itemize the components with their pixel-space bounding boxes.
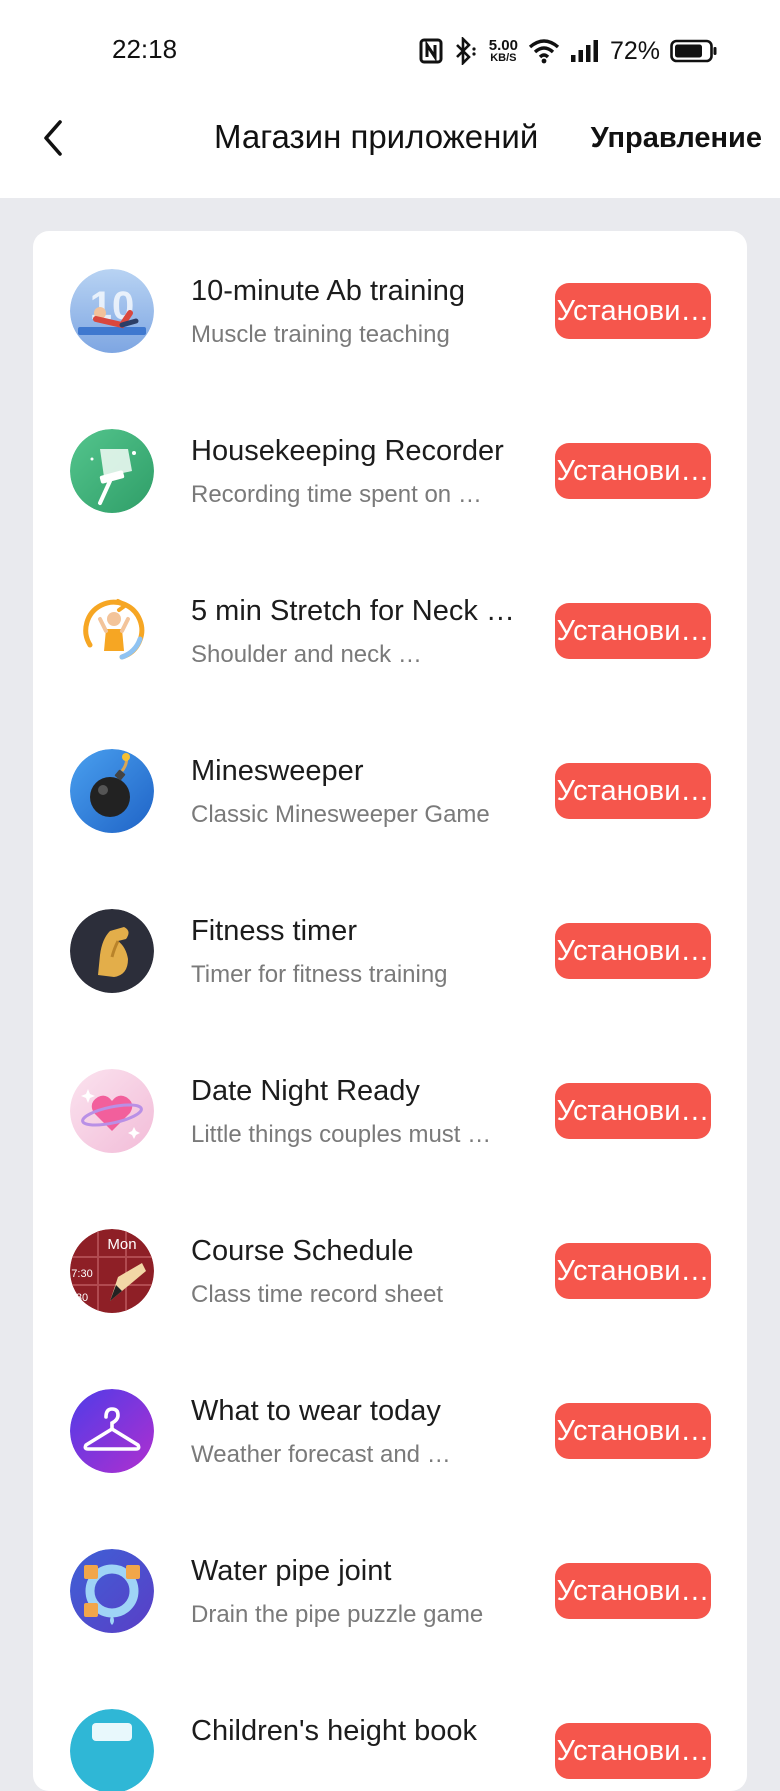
app-description: Timer for fitness training bbox=[191, 961, 448, 988]
app-name: Children's height book bbox=[191, 1715, 478, 1747]
speed-value: 5.00 bbox=[488, 37, 518, 54]
nfc-icon bbox=[419, 38, 443, 64]
app-row-housekeeping[interactable]: Housekeeping Recorder Recording time spe… bbox=[33, 391, 747, 551]
install-button[interactable]: Установи… bbox=[555, 1403, 711, 1459]
app-name: Minesweeper bbox=[191, 755, 364, 787]
signal-icon bbox=[570, 39, 600, 63]
app-name: 10-minute Ab training bbox=[191, 275, 466, 307]
muscle-arm-icon bbox=[70, 909, 154, 993]
install-button[interactable]: Установи… bbox=[555, 603, 711, 659]
wifi-icon bbox=[528, 38, 560, 64]
page-title: Магазин приложений bbox=[214, 118, 539, 155]
app-row-course-schedule[interactable]: Mon 7:30 30 Course Schedule Class time r… bbox=[33, 1191, 747, 1351]
svg-text:7:30: 7:30 bbox=[71, 1268, 92, 1280]
app-description: Drain the pipe puzzle game bbox=[191, 1601, 484, 1628]
bluetooth-icon bbox=[453, 37, 479, 65]
install-button[interactable]: Установи… bbox=[555, 283, 711, 339]
app-row-stretch[interactable]: 5 min Stretch for Neck … Shoulder and ne… bbox=[33, 551, 747, 711]
app-name: Fitness timer bbox=[191, 915, 357, 947]
hanger-icon bbox=[70, 1389, 154, 1473]
speed-unit: KB/S bbox=[490, 52, 517, 64]
app-name: Water pipe joint bbox=[191, 1555, 392, 1587]
app-list-card: 10 10-minute Ab training Muscle training… bbox=[33, 231, 747, 1791]
app-description: Recording time spent on … bbox=[191, 481, 482, 508]
top-bar-background bbox=[0, 0, 780, 198]
app-name: 5 min Stretch for Neck … bbox=[191, 595, 515, 627]
network-speed: 5.00 KB/S bbox=[489, 38, 518, 64]
install-button[interactable]: Установи… bbox=[555, 443, 711, 499]
app-description: Classic Minesweeper Game bbox=[191, 801, 490, 828]
install-button[interactable]: Установи… bbox=[555, 1723, 711, 1779]
app-row-what-to-wear[interactable]: What to wear today Weather forecast and … bbox=[33, 1351, 747, 1511]
calendar-pencil-icon: Mon 7:30 30 bbox=[70, 1229, 154, 1313]
bomb-icon bbox=[70, 749, 154, 833]
install-button[interactable]: Установи… bbox=[555, 1083, 711, 1139]
status-icons: 5.00 KB/S 72% bbox=[419, 34, 718, 68]
app-description: Class time record sheet bbox=[191, 1281, 444, 1308]
app-row-childrens-height[interactable]: Children's height book Установи… bbox=[33, 1671, 747, 1791]
heart-planet-icon bbox=[70, 1069, 154, 1153]
app-name: Housekeeping Recorder bbox=[191, 435, 504, 467]
svg-text:30: 30 bbox=[76, 1292, 88, 1304]
mop-icon bbox=[70, 429, 154, 513]
install-button[interactable]: Установи… bbox=[555, 1243, 711, 1299]
app-name: What to wear today bbox=[191, 1395, 441, 1427]
status-time: 22:18 bbox=[112, 34, 178, 64]
manage-button[interactable]: Управление bbox=[591, 122, 762, 155]
install-button[interactable]: Установи… bbox=[555, 923, 711, 979]
app-name: Date Night Ready bbox=[191, 1075, 420, 1107]
app-row-fitness-timer[interactable]: Fitness timer Timer for fitness training… bbox=[33, 871, 747, 1031]
app-description: Weather forecast and … bbox=[191, 1441, 451, 1468]
app-description: Little things couples must … bbox=[191, 1121, 492, 1148]
back-button[interactable] bbox=[36, 116, 72, 160]
ab-training-icon: 10 bbox=[70, 269, 154, 353]
battery-icon bbox=[670, 39, 718, 63]
svg-text:Mon: Mon bbox=[107, 1236, 136, 1253]
app-row-minesweeper[interactable]: Minesweeper Classic Minesweeper Game Уст… bbox=[33, 711, 747, 871]
app-name: Course Schedule bbox=[191, 1235, 414, 1267]
app-row-date-night[interactable]: Date Night Ready Little things couples m… bbox=[33, 1031, 747, 1191]
chevron-left-icon bbox=[36, 120, 72, 164]
app-row-water-pipe[interactable]: Water pipe joint Drain the pipe puzzle g… bbox=[33, 1511, 747, 1671]
app-row-ab-training[interactable]: 10 10-minute Ab training Muscle training… bbox=[33, 231, 747, 391]
app-description: Muscle training teaching bbox=[191, 321, 450, 348]
install-button[interactable]: Установи… bbox=[555, 763, 711, 819]
battery-percent: 72% bbox=[609, 36, 660, 65]
pipe-ring-icon bbox=[70, 1549, 154, 1633]
stretch-icon bbox=[70, 589, 154, 673]
app-description: Shoulder and neck … bbox=[191, 641, 422, 668]
install-button[interactable]: Установи… bbox=[555, 1563, 711, 1619]
height-book-icon bbox=[70, 1709, 154, 1791]
